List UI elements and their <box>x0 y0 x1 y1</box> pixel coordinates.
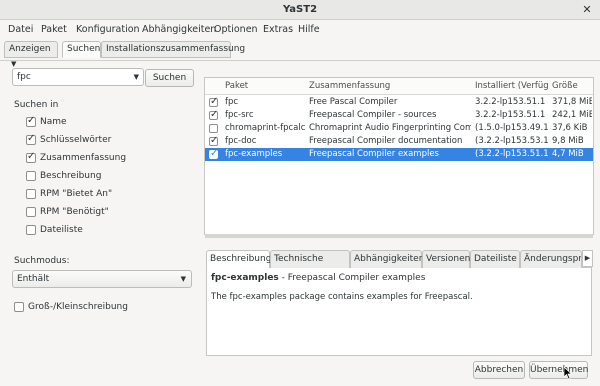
checkbox-summary-label: Zusammenfassung <box>40 153 127 163</box>
checkbox-description[interactable] <box>26 171 36 181</box>
view-menu-label: Anzeigen <box>9 44 51 54</box>
details-title: fpc-examples - Freepascal Compiler examp… <box>211 273 425 283</box>
search-mode-value: Enthält <box>17 274 50 284</box>
row-installed: 3.2.2-lp153.51.1 <box>475 97 546 107</box>
checkbox-description-label: Beschreibung <box>40 171 102 181</box>
cancel-button[interactable]: Abbrechen <box>473 361 525 379</box>
checkbox-case-sensitive[interactable] <box>14 302 24 312</box>
checkbox-file-list[interactable] <box>26 225 36 235</box>
row-checkbox[interactable] <box>209 124 218 133</box>
tab-file-list[interactable]: Dateiliste <box>470 250 520 268</box>
row-checkbox[interactable] <box>209 135 218 146</box>
row-size: 371,8 MiB <box>552 97 592 107</box>
row-size: 37,6 KiB <box>552 123 588 133</box>
apply-button[interactable]: Übernehmen <box>529 361 588 379</box>
row-installed: 3.2.2-lp153.51.1 <box>475 110 546 120</box>
row-summary: Chromaprint Audio Fingerprinting Com... <box>309 123 471 133</box>
table-row-selected[interactable]: fpc-examples Freepascal Compiler example… <box>205 148 593 161</box>
menu-extras[interactable]: Extras <box>263 24 293 35</box>
row-checkbox[interactable] <box>209 109 218 120</box>
details-panel: fpc-examples - Freepascal Compiler examp… <box>206 268 592 356</box>
details-tab-bar: Beschreibung Technische Daten Abhängigke… <box>206 249 592 280</box>
details-package-name: fpc-examples <box>211 273 279 283</box>
window-title: YaST2 <box>282 4 318 15</box>
title-bar: YaST2 ✕ <box>0 0 600 20</box>
yast-window: YaST2 ✕ Datei Paket Konfiguration Abhäng… <box>0 0 600 386</box>
search-panel: fpc ▼ Suchen Suchen in Name Schlüsselwör… <box>6 64 198 382</box>
table-row[interactable]: fpc Free Pascal Compiler 3.2.2-lp153.51.… <box>205 96 593 109</box>
column-package[interactable]: Paket <box>225 81 248 91</box>
column-size[interactable]: Größe <box>552 81 578 91</box>
checkbox-keywords-label: Schlüsselwörter <box>40 135 112 145</box>
tab-install-summary[interactable]: Installationszusammenfassung <box>101 41 245 58</box>
table-row[interactable]: chromaprint-fpcalc Chromaprint Audio Fin… <box>205 122 593 135</box>
search-input[interactable]: fpc ▼ <box>12 68 144 86</box>
checkbox-rpm-requires[interactable] <box>26 207 36 217</box>
mouse-pointer-icon <box>564 367 572 379</box>
row-package: fpc <box>225 97 239 107</box>
checkbox-summary[interactable] <box>26 151 36 163</box>
row-checkbox[interactable] <box>209 148 218 159</box>
row-summary: Freepascal Compiler - sources <box>309 110 437 120</box>
menu-file[interactable]: Datei <box>8 24 33 35</box>
view-toolbar: Anzeigen ▼ Suchen Installationszusammenf… <box>0 39 600 68</box>
chevron-down-icon: ▼ <box>180 275 186 283</box>
table-row[interactable]: fpc-doc Freepascal Compiler documentatio… <box>205 135 593 148</box>
menu-dependencies[interactable]: Abhängigkeiten <box>142 24 216 35</box>
horizontal-scrollbar[interactable] <box>205 234 593 238</box>
row-summary: Freepascal Compiler documentation <box>309 136 463 146</box>
tab-technical-data[interactable]: Technische Daten <box>270 250 350 280</box>
checkbox-case-sensitive-label: Groß-/Kleinschreibung <box>28 302 128 312</box>
checkbox-keywords[interactable] <box>26 133 36 145</box>
menu-package[interactable]: Paket <box>41 24 67 35</box>
row-package: fpc-src <box>225 110 254 120</box>
row-summary: Freepascal Compiler examples <box>309 149 439 159</box>
row-size: 242,1 MiB <box>552 110 592 120</box>
row-checkbox[interactable] <box>209 96 218 107</box>
search-mode-select[interactable]: Enthält ▼ <box>12 270 192 288</box>
search-mode-label: Suchmodus: <box>14 256 70 266</box>
tab-description[interactable]: Beschreibung <box>206 250 271 269</box>
checkbox-rpm-provides-label: RPM "Bietet An" <box>40 189 113 199</box>
view-menu-button[interactable]: Anzeigen ▼ <box>4 41 58 68</box>
checkbox-name-label: Name <box>40 117 67 127</box>
row-installed: (1.5.0-lp153.49.1) <box>475 123 549 133</box>
checkbox-file-list-label: Dateiliste <box>40 225 83 235</box>
close-icon[interactable]: ✕ <box>581 4 593 16</box>
search-button[interactable]: Suchen <box>145 69 194 87</box>
search-in-label: Suchen in <box>14 100 59 110</box>
details-description: The fpc-examples package contains exampl… <box>211 292 473 302</box>
checkbox-rpm-provides[interactable] <box>26 189 36 199</box>
tab-versions[interactable]: Versionen <box>422 250 470 268</box>
menu-help[interactable]: Hilfe <box>298 24 320 35</box>
row-summary: Free Pascal Compiler <box>309 97 398 107</box>
row-installed: (3.2.2-lp153.53.1) <box>475 136 549 146</box>
row-package: fpc-examples <box>225 149 283 159</box>
table-header: Paket Zusammenfassung Installiert (Verfü… <box>205 78 593 95</box>
menu-options[interactable]: Optionen <box>214 24 258 35</box>
table-row[interactable]: fpc-src Freepascal Compiler - sources 3.… <box>205 109 593 122</box>
details-package-summary: - Freepascal Compiler examples <box>278 273 426 283</box>
tab-changelog[interactable]: Änderungspr <box>520 250 582 268</box>
row-package: chromaprint-fpcalc <box>225 123 305 133</box>
checkbox-rpm-requires-label: RPM "Benötigt" <box>40 207 109 217</box>
row-package: fpc-doc <box>225 136 257 146</box>
package-table: Paket Zusammenfassung Installiert (Verfü… <box>204 77 594 235</box>
menu-bar: Datei Paket Konfiguration Abhängigkeiten… <box>0 20 600 39</box>
chevron-down-icon[interactable]: ▼ <box>134 69 139 85</box>
row-size: 9,8 MiB <box>552 136 584 146</box>
column-installed[interactable]: Installiert (Verfüg <box>475 81 549 91</box>
menu-configuration[interactable]: Konfiguration <box>76 24 140 35</box>
row-size: 4,7 MiB <box>552 149 584 159</box>
row-installed: (3.2.2-lp153.51.1) <box>475 149 549 159</box>
checkbox-name[interactable] <box>26 115 36 127</box>
search-input-value: fpc <box>17 72 31 82</box>
column-summary[interactable]: Zusammenfassung <box>309 81 390 91</box>
tab-search[interactable]: Suchen <box>62 41 101 58</box>
tab-dependencies[interactable]: Abhängigkeiten <box>350 250 424 268</box>
chevron-right-icon[interactable]: ▶ <box>582 250 593 267</box>
